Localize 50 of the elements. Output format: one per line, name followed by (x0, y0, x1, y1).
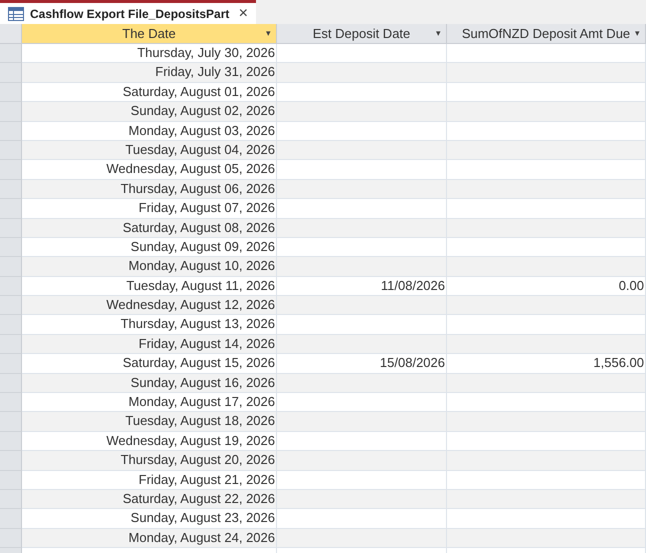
row-selector[interactable] (0, 63, 22, 83)
table-cell: Thursday, August 20, 2026 (22, 451, 277, 471)
row-selector[interactable] (0, 180, 22, 200)
table-cell: Friday, August 14, 2026 (22, 334, 277, 354)
close-tab-button[interactable]: × (238, 6, 248, 22)
table-cell: Sunday, August 16, 2026 (22, 374, 277, 394)
column-header[interactable]: Est Deposit Date ▾ (277, 24, 447, 44)
dropdown-arrow-icon: ▾ (266, 26, 271, 40)
row-selector[interactable] (0, 140, 22, 160)
row-selector[interactable] (0, 470, 22, 490)
row-selector[interactable] (0, 528, 22, 548)
row-selector[interactable] (0, 432, 22, 452)
table-cell: Sunday, August 02, 2026 (22, 102, 277, 122)
table-icon (8, 6, 24, 20)
column-header[interactable]: The Date ▾ (22, 24, 277, 44)
row-selector[interactable] (0, 257, 22, 277)
row-selector[interactable] (0, 509, 22, 529)
row-selector[interactable] (0, 82, 22, 102)
row-selector[interactable] (0, 315, 22, 335)
row-selector[interactable] (0, 102, 22, 122)
row-selector[interactable] (0, 334, 22, 354)
row-selector[interactable] (0, 238, 22, 258)
table-cell: Monday, August 24, 2026 (22, 528, 277, 548)
table-cell: Tuesday, August 04, 2026 (22, 140, 277, 160)
table-cell: Wednesday, August 12, 2026 (22, 296, 277, 316)
dropdown-arrow-icon: ▾ (436, 26, 441, 40)
table-cell: Monday, August 10, 2026 (22, 257, 277, 277)
table-cell: Friday, July 31, 2026 (22, 63, 277, 83)
document-tab[interactable]: Cashflow Export File_DepositsPart × (0, 0, 256, 24)
row-selector[interactable] (0, 354, 22, 374)
row-selector[interactable] (0, 412, 22, 432)
row-selector[interactable] (0, 199, 22, 219)
column-header[interactable]: SumOfNZD Deposit Amt Due ▾ (447, 24, 646, 44)
dropdown-arrow-icon: ▾ (635, 26, 640, 40)
row-selector[interactable] (0, 451, 22, 471)
select-all-corner[interactable] (0, 24, 22, 44)
table-cell: Tuesday, August 18, 2026 (22, 412, 277, 432)
row-selector[interactable] (0, 44, 22, 64)
row-selector[interactable] (0, 218, 22, 238)
table-cell: Thursday, August 06, 2026 (22, 180, 277, 200)
row-selector[interactable] (0, 374, 22, 394)
tab-title: Cashflow Export File_DepositsPart (30, 6, 230, 22)
row-selector[interactable] (0, 393, 22, 412)
row-selector[interactable] (0, 490, 22, 510)
table-cell: Saturday, August 08, 2026 (22, 218, 277, 238)
row-selector[interactable] (0, 160, 22, 180)
row-selector[interactable] (0, 296, 22, 316)
row-selector[interactable] (0, 276, 22, 296)
table-cell: Saturday, August 22, 2026 (22, 490, 277, 510)
row-selector[interactable] (0, 122, 22, 141)
